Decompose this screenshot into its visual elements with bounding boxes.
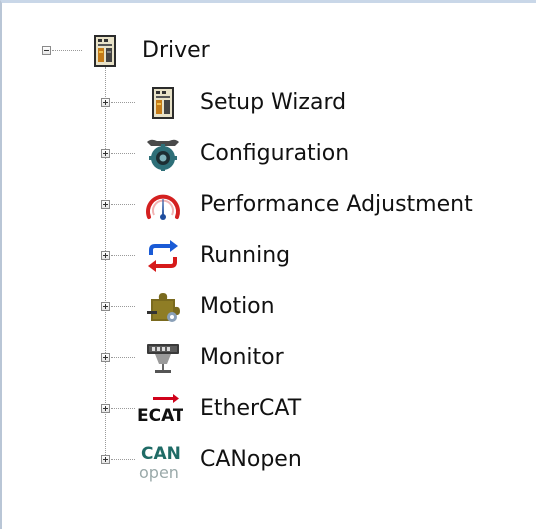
- expand-button[interactable]: [101, 404, 110, 413]
- tree-node-monitor[interactable]: Monitor: [2, 338, 382, 378]
- tree-connector: [111, 357, 135, 358]
- tree-node-canopen[interactable]: CAN open CANopen: [2, 440, 382, 482]
- tree-node-label: Driver: [142, 38, 210, 63]
- expand-button[interactable]: [101, 353, 110, 362]
- collapse-button[interactable]: [42, 46, 51, 55]
- expand-button[interactable]: [101, 98, 110, 107]
- motion-puzzle-icon: [145, 289, 181, 325]
- driver-tree: Driver Setup Wizard Configuration Perfor…: [2, 3, 536, 529]
- canopen-icon-open-text: open: [139, 463, 179, 482]
- expand-button[interactable]: [101, 251, 110, 260]
- gauge-icon: [145, 187, 181, 223]
- expand-button[interactable]: [101, 455, 110, 464]
- tree-node-label: Configuration: [200, 141, 350, 166]
- tree-connector: [111, 255, 135, 256]
- tree-node-label: EtherCAT: [200, 396, 302, 421]
- tree-connector: [111, 204, 135, 205]
- tree-connector: [111, 408, 135, 409]
- tree-node-ethercat[interactable]: ECAT EtherCAT: [2, 389, 382, 429]
- tree-connector: [111, 153, 135, 154]
- tree-connector: [111, 306, 135, 307]
- canopen-icon-can-text: CAN: [141, 444, 181, 464]
- expand-button[interactable]: [101, 200, 110, 209]
- monitor-icon: [145, 340, 181, 376]
- tree-node-label: Monitor: [200, 345, 284, 370]
- tree-node-configuration[interactable]: Configuration: [2, 134, 382, 174]
- configuration-gear-icon: [145, 136, 181, 172]
- tree-node-setup-wizard[interactable]: Setup Wizard: [2, 83, 382, 123]
- tree-connector: [111, 102, 135, 103]
- expand-button[interactable]: [101, 149, 110, 158]
- tree-node-label: CANopen: [200, 447, 302, 472]
- setup-wizard-icon: [145, 85, 181, 121]
- tree-connector: [111, 459, 135, 460]
- ethercat-icon: ECAT: [135, 391, 183, 427]
- tree-node-driver[interactable]: Driver: [2, 31, 262, 71]
- tree-connector: [52, 50, 82, 51]
- tree-node-label: Setup Wizard: [200, 90, 347, 115]
- tree-node-label: Running: [200, 243, 291, 268]
- tree-node-label: Motion: [200, 294, 275, 319]
- tree-node-motion[interactable]: Motion: [2, 287, 382, 327]
- tree-node-running[interactable]: Running: [2, 236, 382, 276]
- tree-panel: Driver Setup Wizard Configuration Perfor…: [0, 0, 536, 529]
- tree-node-performance-adjustment[interactable]: Performance Adjustment: [2, 185, 502, 225]
- canopen-icon: CAN open: [139, 442, 185, 482]
- ethercat-icon-text: ECAT: [137, 406, 183, 426]
- tree-node-label: Performance Adjustment: [200, 192, 473, 217]
- driver-icon: [87, 33, 123, 69]
- running-cycle-icon: [145, 238, 181, 274]
- expand-button[interactable]: [101, 302, 110, 311]
